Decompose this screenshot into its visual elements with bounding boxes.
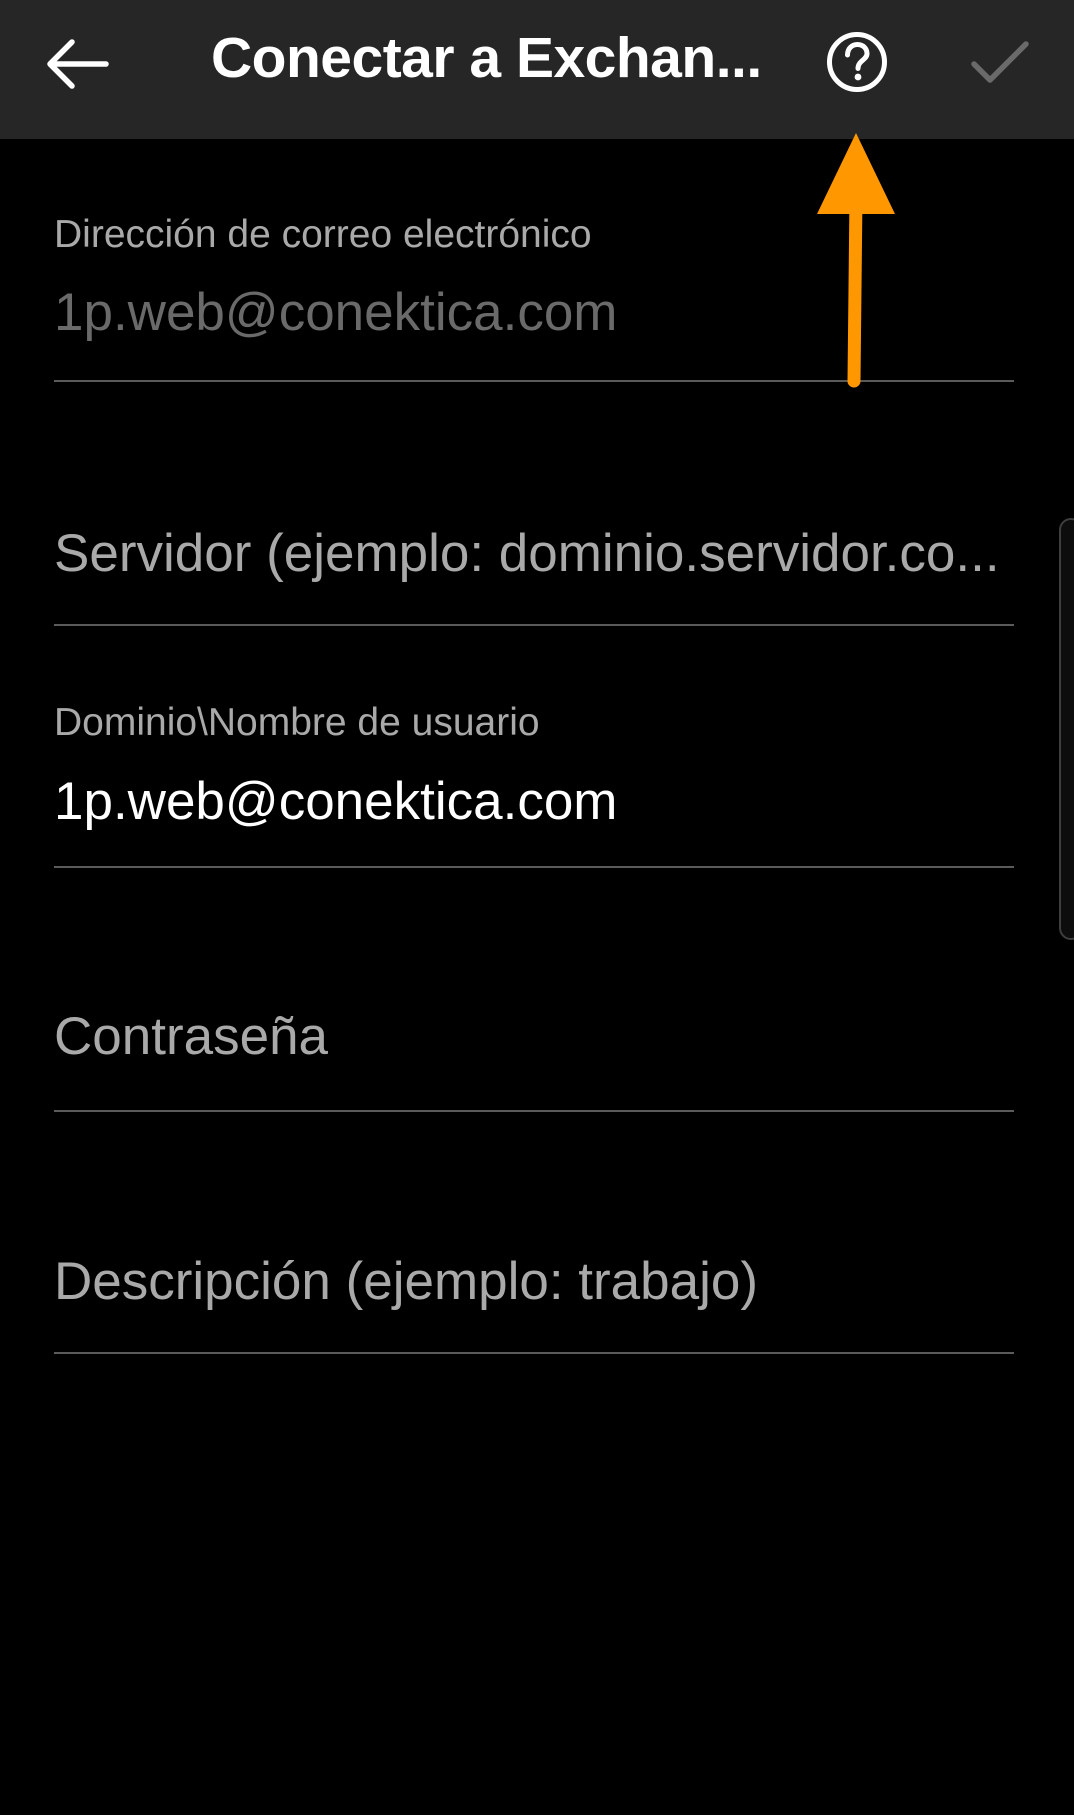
- scrollbar-thumb[interactable]: [1059, 518, 1074, 940]
- page-title: Conectar a Exchan...: [211, 26, 762, 90]
- password-field-group: [54, 958, 1014, 1112]
- annotation-arrow-icon: [817, 133, 895, 388]
- server-input[interactable]: [54, 520, 1014, 586]
- back-button[interactable]: [28, 14, 128, 114]
- username-field-label: Dominio\Nombre de usuario: [54, 701, 540, 744]
- description-field-group: [54, 1203, 1014, 1354]
- description-input[interactable]: [54, 1248, 1014, 1314]
- username-field-group: Dominio\Nombre de usuario 1p.web@conekti…: [54, 692, 1014, 868]
- confirm-button[interactable]: [950, 12, 1050, 112]
- app-bar: Conectar a Exchan...: [0, 0, 1074, 139]
- username-input[interactable]: 1p.web@conektica.com: [54, 771, 1014, 832]
- arrow-left-icon: [47, 39, 109, 89]
- email-field-label: Dirección de correo electrónico: [54, 213, 592, 256]
- checkmark-icon: [971, 41, 1029, 83]
- help-button[interactable]: [807, 12, 907, 112]
- password-input[interactable]: [54, 1003, 1014, 1069]
- server-field-group: [54, 470, 1014, 626]
- help-circle-icon: [827, 32, 887, 92]
